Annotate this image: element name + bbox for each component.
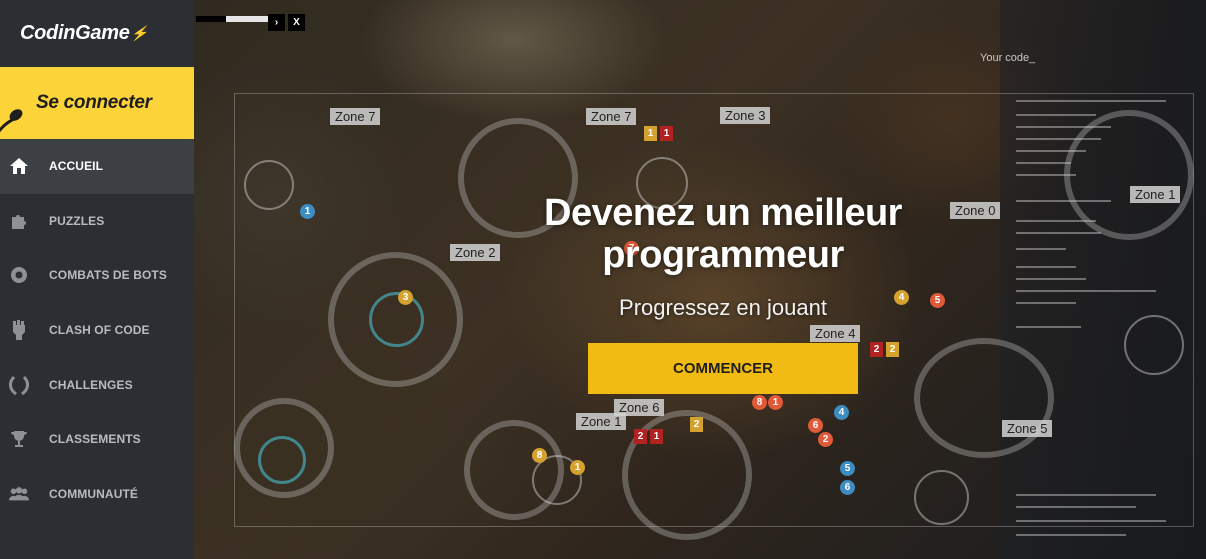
logo-spark-icon: ⚡ [130,25,148,41]
hero-title-line2: programmeur [602,234,844,276]
unit-badge: 8 [532,448,547,463]
home-icon [8,155,30,177]
hero-banner: Your code_ › X Zone 7 Zone 7 Zone 3 Zone… [194,0,1206,559]
unit-badge: 4 [834,405,849,420]
score-marker: 2 [690,417,703,432]
login-button[interactable]: Se connecter [0,67,194,139]
sidebar-item-accueil[interactable]: ACCUEIL [0,139,194,194]
sidebar-item-label: ACCUEIL [49,159,104,174]
close-button[interactable]: X [288,14,305,31]
sidebar-item-classements[interactable]: CLASSEMENTS [0,412,194,467]
sidebar-item-challenges[interactable]: CHALLENGES [0,357,194,412]
laurel-icon [8,374,30,396]
hero-subtitle: Progressez en jouant [619,295,827,320]
unit-badge: 5 [840,461,855,476]
zone-label: Zone 7 [330,108,381,125]
unit-badge: 1 [570,460,585,475]
zone-label: Zone 7 [586,108,637,125]
map-ring [1124,315,1184,375]
code-panel-title: Your code_ [980,52,1036,64]
zone-label: Zone 1 [576,413,627,430]
sidebar-item-clash-of-code[interactable]: CLASH OF CODE [0,303,194,358]
sidebar: CodinGame ⚡ Se connecter ACCUEIL PUZZLES… [0,0,194,559]
score-marker: 1 [650,429,663,444]
unit-badge: 8 [752,395,767,410]
sidebar-item-label: CLASSEMENTS [49,432,141,447]
unit-badge: 1 [768,395,783,410]
sidebar-item-label: COMMUNAUTÉ [49,486,138,501]
bot-icon [8,264,30,286]
score-marker: 2 [634,429,647,444]
score-marker: 1 [660,126,673,141]
score-marker: 2 [870,342,883,357]
puzzle-icon [8,210,30,232]
zone-label: Zone 3 [720,107,771,124]
zone-label: Zone 4 [810,325,861,342]
sidebar-item-combats-de-bots[interactable]: COMBATS DE BOTS [0,248,194,303]
code-line [1016,534,1126,536]
map-ring [258,436,306,484]
start-button[interactable]: COMMENCER [588,343,858,394]
codingame-logo[interactable]: CodinGame ⚡ [0,0,194,67]
login-label: Se connecter [36,92,152,113]
fist-icon [8,319,30,341]
score-marker: 2 [886,342,899,357]
map-ring [914,338,1054,458]
hero-title-line1: Devenez un meilleur [544,192,902,234]
zone-label: Zone 5 [1002,420,1053,437]
map-ring [914,470,969,525]
sidebar-item-label: PUZZLES [49,213,105,228]
next-button[interactable]: › [268,14,285,31]
sidebar-item-label: CHALLENGES [49,377,133,392]
logo-text: CodinGame [20,22,130,44]
people-icon [8,483,30,505]
unit-badge: 6 [840,480,855,495]
score-marker: 1 [644,126,657,141]
sidebar-item-communaute[interactable]: COMMUNAUTÉ [0,467,194,522]
hero-title: Devenez un meilleur programmeur [194,192,1206,276]
trophy-icon [8,428,30,450]
unit-badge: 2 [818,432,833,447]
sidebar-item-puzzles[interactable]: PUZZLES [0,194,194,249]
unit-badge: 6 [808,418,823,433]
sidebar-item-label: COMBATS DE BOTS [49,268,167,283]
video-progress[interactable] [196,16,278,22]
plug-icon [0,109,23,133]
sidebar-item-label: CLASH OF CODE [49,323,150,338]
